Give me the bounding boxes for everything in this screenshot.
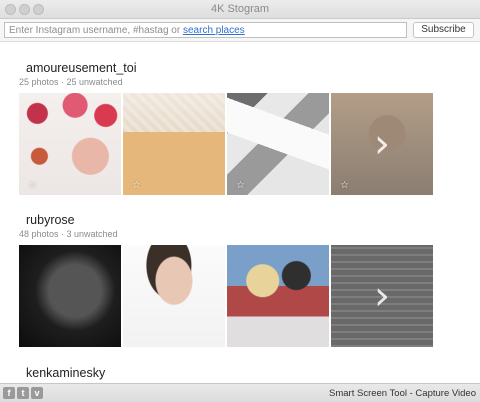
star-icon[interactable]: ☆	[28, 180, 37, 191]
twitter-icon[interactable]: t	[17, 387, 29, 399]
photo-thumbnail[interactable]: ☆	[227, 93, 329, 195]
more-photos-tile[interactable]: › ☆	[331, 93, 433, 195]
account-name[interactable]: rubyrose	[26, 213, 433, 227]
search-placeholder: Enter Instagram username, #hastag or	[9, 25, 183, 36]
window-title: 4K Stogram	[210, 3, 270, 15]
title-bar: 4K Stogram	[0, 0, 480, 19]
feed-list: amoureusement_toi 25 photos · 25 unwatch…	[0, 43, 480, 383]
star-icon[interactable]: ☆	[340, 180, 349, 191]
photo-thumbnail[interactable]: ☆	[19, 93, 121, 195]
vimeo-icon[interactable]: v	[31, 387, 43, 399]
chevron-right-icon[interactable]: ›	[374, 273, 390, 319]
photo-row: ☆ ☆ ☆ › ☆	[19, 93, 433, 195]
feed-section[interactable]: amoureusement_toi 25 photos · 25 unwatch…	[19, 61, 433, 195]
toolbar: Enter Instagram username, #hastag or sea…	[0, 19, 480, 42]
promo-link[interactable]: Smart Screen Tool - Capture Video	[329, 388, 476, 399]
feed-section[interactable]: kenkaminesky	[19, 366, 433, 382]
star-icon[interactable]: ☆	[132, 180, 141, 191]
photo-thumbnail[interactable]	[227, 245, 329, 347]
account-stats: 48 photos · 3 unwatched	[19, 229, 118, 239]
account-stats: 25 photos · 25 unwatched	[19, 77, 123, 87]
chevron-right-icon[interactable]: ›	[374, 121, 390, 167]
bottom-bar: f t v Smart Screen Tool - Capture Video	[0, 383, 480, 402]
photo-row: ›	[19, 245, 433, 347]
facebook-icon[interactable]: f	[3, 387, 15, 399]
account-name[interactable]: amoureusement_toi	[26, 61, 433, 75]
feed-section[interactable]: rubyrose 48 photos · 3 unwatched ›	[19, 213, 433, 347]
account-name[interactable]: kenkaminesky	[26, 366, 433, 380]
subscribe-button[interactable]: Subscribe	[413, 22, 474, 38]
star-icon[interactable]: ☆	[236, 180, 245, 191]
photo-thumbnail[interactable]	[19, 245, 121, 347]
more-photos-tile[interactable]: ›	[331, 245, 433, 347]
photo-thumbnail[interactable]	[123, 245, 225, 347]
photo-thumbnail[interactable]: ☆	[123, 93, 225, 195]
search-places-link[interactable]: search places	[183, 25, 245, 36]
search-input[interactable]: Enter Instagram username, #hastag or sea…	[4, 22, 407, 38]
